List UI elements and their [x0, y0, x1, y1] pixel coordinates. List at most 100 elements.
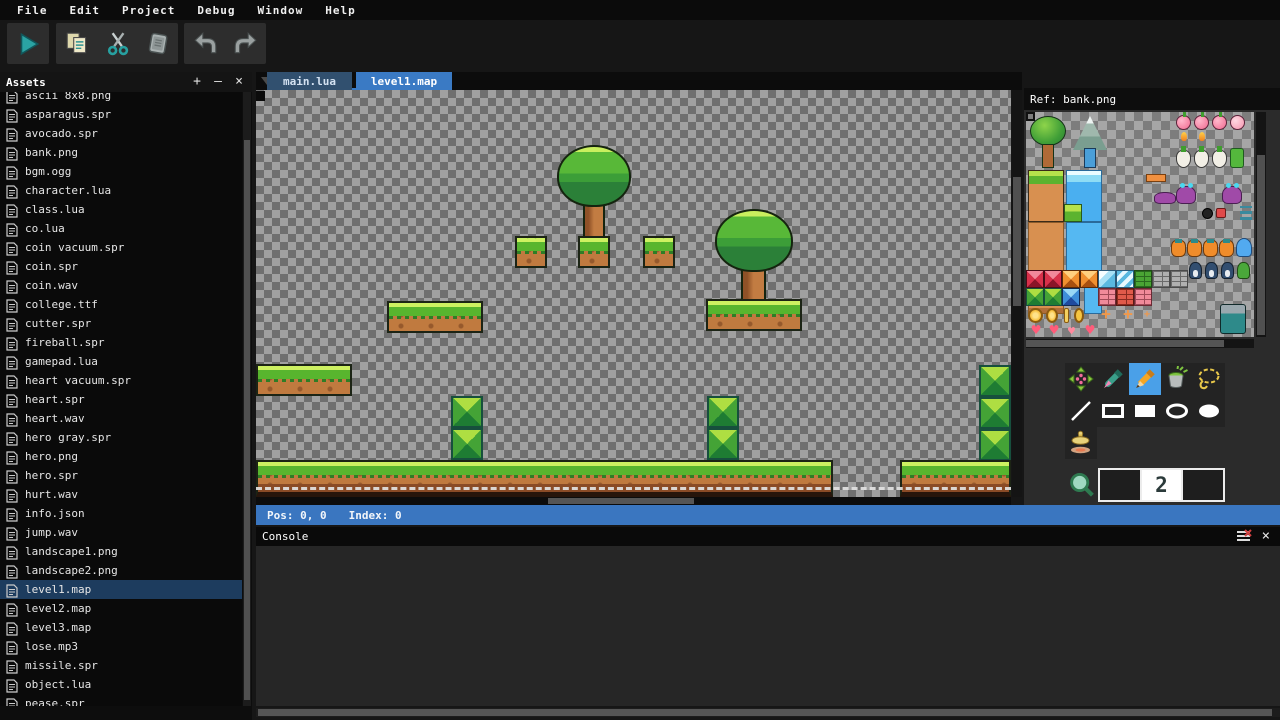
- assets-close-button[interactable]: ×: [231, 74, 247, 90]
- menu-item-debug[interactable]: Debug: [188, 2, 248, 19]
- file-row[interactable]: info.json: [0, 504, 242, 523]
- file-row[interactable]: college.ttf: [0, 295, 242, 314]
- file-row[interactable]: coin vacuum.spr: [0, 238, 242, 257]
- file-row[interactable]: hero gray.spr: [0, 428, 242, 447]
- zoom-empty-cell[interactable]: [1100, 470, 1142, 500]
- map-tile-platform: [706, 299, 802, 331]
- reference-panel-title: Ref: bank.png: [1024, 88, 1280, 110]
- file-row[interactable]: class.lua: [0, 200, 242, 219]
- lasso-tool[interactable]: [1193, 363, 1225, 395]
- file-name: bgm.ogg: [25, 165, 71, 178]
- file-row[interactable]: character.lua: [0, 181, 242, 200]
- file-row[interactable]: cutter.spr: [0, 314, 242, 333]
- file-row[interactable]: co.lua: [0, 219, 242, 238]
- file-icon: [6, 527, 18, 541]
- file-row[interactable]: asparagus.spr: [0, 105, 242, 124]
- file-icon: [6, 432, 18, 446]
- file-row[interactable]: fireball.spr: [0, 333, 242, 352]
- ellipse-fill-tool-icon: [1196, 398, 1222, 424]
- file-row[interactable]: hero.spr: [0, 466, 242, 485]
- move-tool[interactable]: [1065, 363, 1097, 395]
- zoom-empty-cell[interactable]: [1183, 470, 1223, 500]
- file-row[interactable]: heart.wav: [0, 409, 242, 428]
- rect-fill-tool[interactable]: [1129, 395, 1161, 427]
- file-row[interactable]: level3.map: [0, 618, 242, 637]
- map-canvas[interactable]: [256, 90, 1011, 497]
- file-row[interactable]: missile.spr: [0, 656, 242, 675]
- file-icon: [6, 394, 18, 408]
- console-output[interactable]: [256, 546, 1280, 706]
- toolbar-group: [7, 23, 49, 64]
- ellipse-fill-tool[interactable]: [1193, 395, 1225, 427]
- copy-button[interactable]: [57, 24, 97, 64]
- zoom-level-box[interactable]: 2: [1098, 468, 1225, 502]
- menu-item-window[interactable]: Window: [248, 2, 316, 19]
- tileset-sprite-spike-orange: [1062, 270, 1080, 288]
- file-row[interactable]: level1.map: [0, 580, 242, 599]
- tileset-vertical-scrollbar-thumb[interactable]: [1257, 155, 1265, 335]
- canvas-horizontal-scrollbar[interactable]: [256, 497, 1011, 505]
- stamp-tool[interactable]: [1065, 427, 1097, 459]
- file-icon: [6, 470, 18, 484]
- tileset-view[interactable]: +++♥♥♥♥: [1026, 112, 1254, 337]
- file-row[interactable]: object.lua: [0, 675, 242, 694]
- file-row[interactable]: ascii 8x8.png: [0, 92, 242, 105]
- zoom-value-cell[interactable]: 2: [1142, 470, 1184, 500]
- file-row[interactable]: pease.spr: [0, 694, 242, 706]
- fill-tool[interactable]: [1161, 363, 1193, 395]
- file-row[interactable]: coin.wav: [0, 276, 242, 295]
- file-row[interactable]: avocado.spr: [0, 124, 242, 143]
- file-icon: [6, 508, 18, 522]
- line-tool[interactable]: [1065, 395, 1097, 427]
- map-tile-block: [578, 236, 610, 268]
- map-tile-spike: [979, 397, 1011, 429]
- canvas-vertical-scrollbar-thumb[interactable]: [1013, 177, 1021, 306]
- cut-button[interactable]: [97, 24, 137, 64]
- file-row[interactable]: coin.spr: [0, 257, 242, 276]
- file-row[interactable]: heart.spr: [0, 390, 242, 409]
- assets-file-list[interactable]: ascii 8x8.pngasparagus.spravocado.sprban…: [0, 92, 242, 706]
- clear-console-icon[interactable]: [1235, 529, 1253, 544]
- assets-minimize-button[interactable]: —: [210, 74, 226, 90]
- tileset-horizontal-scrollbar[interactable]: [1026, 339, 1254, 348]
- file-row[interactable]: jump.wav: [0, 523, 242, 542]
- paste-button[interactable]: [137, 24, 177, 64]
- menu-item-help[interactable]: Help: [316, 2, 369, 19]
- menu-item-project[interactable]: Project: [113, 2, 188, 19]
- file-row[interactable]: heart vacuum.spr: [0, 371, 242, 390]
- menu-item-file[interactable]: File: [8, 2, 61, 19]
- file-row[interactable]: gamepad.lua: [0, 352, 242, 371]
- marker-tool[interactable]: [1097, 363, 1129, 395]
- file-row[interactable]: lose.mp3: [0, 637, 242, 656]
- reference-panel: Ref: bank.png +++♥♥♥♥ 2: [1024, 88, 1280, 505]
- ellipse-outline-tool[interactable]: [1161, 395, 1193, 427]
- menu-item-edit[interactable]: Edit: [61, 2, 114, 19]
- canvas-horizontal-scrollbar-thumb[interactable]: [548, 498, 694, 504]
- run-button[interactable]: [8, 24, 48, 64]
- file-row[interactable]: hurt.wav: [0, 485, 242, 504]
- stamp-tool-icon: [1068, 430, 1094, 456]
- file-row[interactable]: landscape2.png: [0, 561, 242, 580]
- file-row[interactable]: hero.png: [0, 447, 242, 466]
- file-row[interactable]: landscape1.png: [0, 542, 242, 561]
- file-name: heart vacuum.spr: [25, 374, 131, 387]
- undo-button[interactable]: [185, 24, 225, 64]
- file-row[interactable]: bank.png: [0, 143, 242, 162]
- canvas-vertical-scrollbar[interactable]: [1012, 90, 1022, 497]
- file-row[interactable]: level2.map: [0, 599, 242, 618]
- rect-outline-tool[interactable]: [1097, 395, 1129, 427]
- close-console-icon[interactable]: ×: [1262, 529, 1270, 544]
- pencil-tool[interactable]: [1129, 363, 1161, 395]
- console-horizontal-scrollbar-thumb[interactable]: [258, 709, 1272, 716]
- console-horizontal-scrollbar[interactable]: [256, 708, 1280, 717]
- tileset-vertical-scrollbar[interactable]: [1256, 112, 1266, 337]
- tab-level1-map[interactable]: level1.map: [356, 72, 452, 90]
- file-row[interactable]: bgm.ogg: [0, 162, 242, 181]
- tileset-sprite-pumpkin: [1219, 240, 1234, 257]
- assets-vertical-scrollbar-thumb[interactable]: [244, 140, 250, 700]
- redo-button[interactable]: [225, 24, 265, 64]
- assets-add-button[interactable]: +: [189, 74, 205, 90]
- tileset-horizontal-scrollbar-thumb[interactable]: [1026, 340, 1224, 347]
- tab-main-lua[interactable]: main.lua: [267, 72, 352, 90]
- assets-vertical-scrollbar[interactable]: [243, 92, 251, 706]
